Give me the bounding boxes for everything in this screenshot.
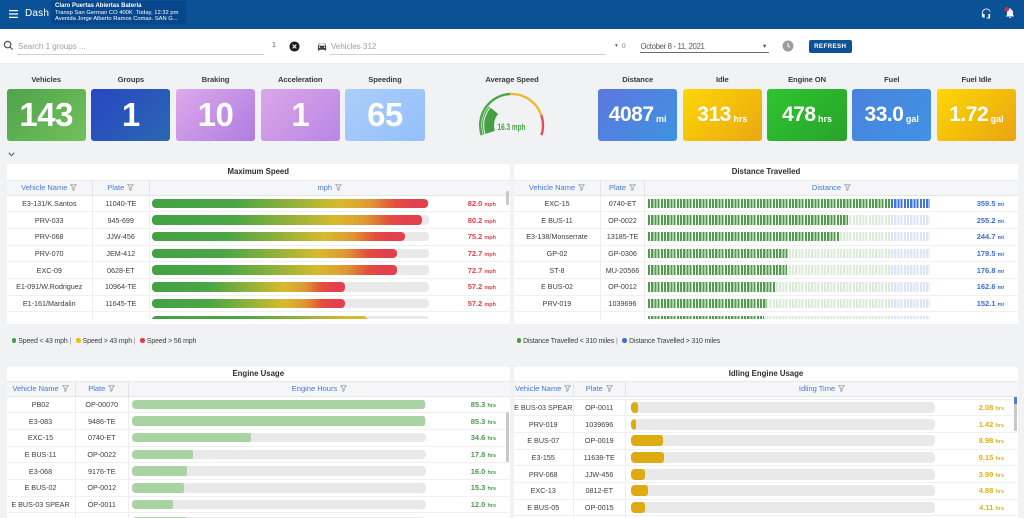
svg-text:16.3 mph: 16.3 mph	[498, 122, 526, 133]
